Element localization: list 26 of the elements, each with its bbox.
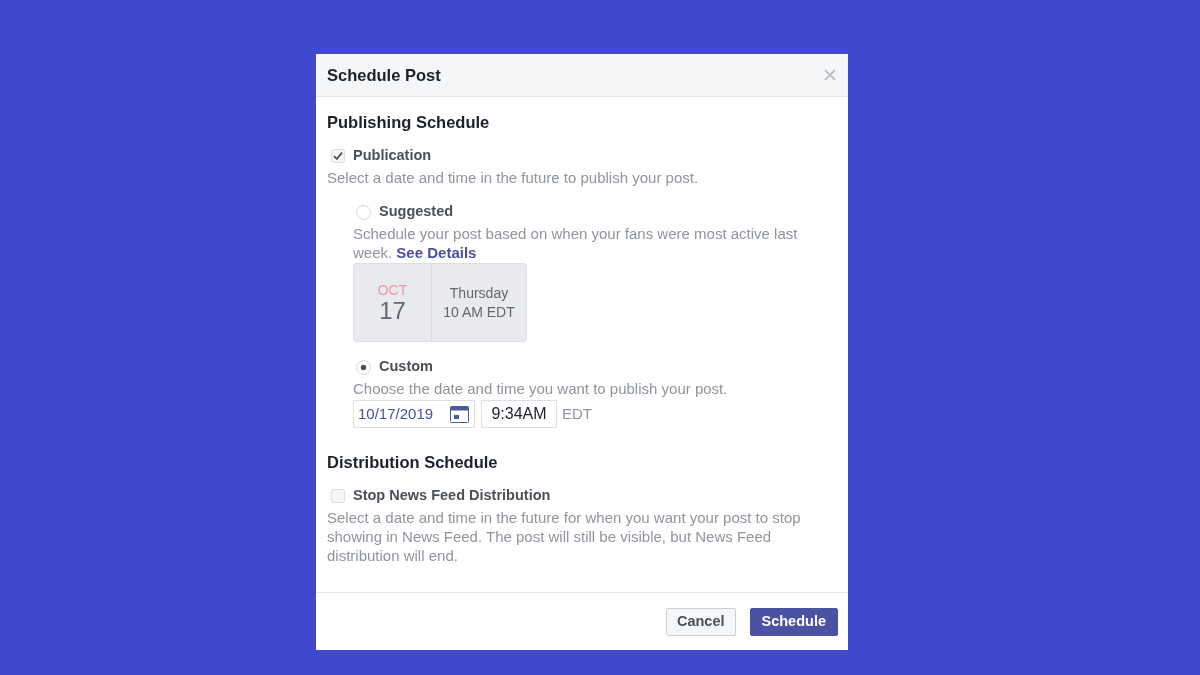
option-description: Schedule your post based on when your fans were most active last week. See Details: [353, 224, 799, 262]
cancel-button[interactable]: Cancel: [665, 607, 736, 636]
see-details-link[interactable]: See Details: [396, 244, 477, 261]
publication-description: Select a date and time in the future to publish your post.: [327, 168, 700, 187]
section-heading: Publishing Schedule: [327, 112, 491, 132]
checkbox-label[interactable]: Publication: [353, 145, 432, 167]
timezone-text: EDT: [562, 403, 592, 424]
dialog-title: Schedule Post: [327, 64, 441, 86]
section-heading: Distribution Schedule: [327, 452, 499, 472]
weekday-text: Thursday: [449, 283, 509, 303]
time-field[interactable]: 9:34AM: [481, 400, 557, 428]
time-text: 10 AM EDT: [443, 302, 515, 322]
schedule-button[interactable]: Schedule: [749, 607, 838, 636]
option-label[interactable]: Suggested: [379, 201, 454, 223]
radio-icon[interactable]: [356, 204, 371, 220]
checked-checkbox-icon[interactable]: [331, 149, 345, 163]
month-text: OCT: [377, 281, 408, 298]
calendar-icon[interactable]: [450, 405, 469, 423]
option-description: Choose the date and time you want to publish your post.: [353, 379, 729, 398]
day-text: 17: [379, 297, 406, 324]
option-label[interactable]: Custom: [379, 356, 433, 378]
date-field[interactable]: 10/17/2019: [353, 400, 475, 428]
checkbox-icon[interactable]: [331, 489, 345, 503]
distribution-description: Select a date and time in the future for when you want your post to stop showing in News Feed. The post will still be visible, but News Feed distribution will end.: [327, 508, 802, 565]
selected-radio-icon[interactable]: [356, 359, 371, 375]
checkbox-label[interactable]: Stop News Feed Distribution: [353, 485, 551, 507]
